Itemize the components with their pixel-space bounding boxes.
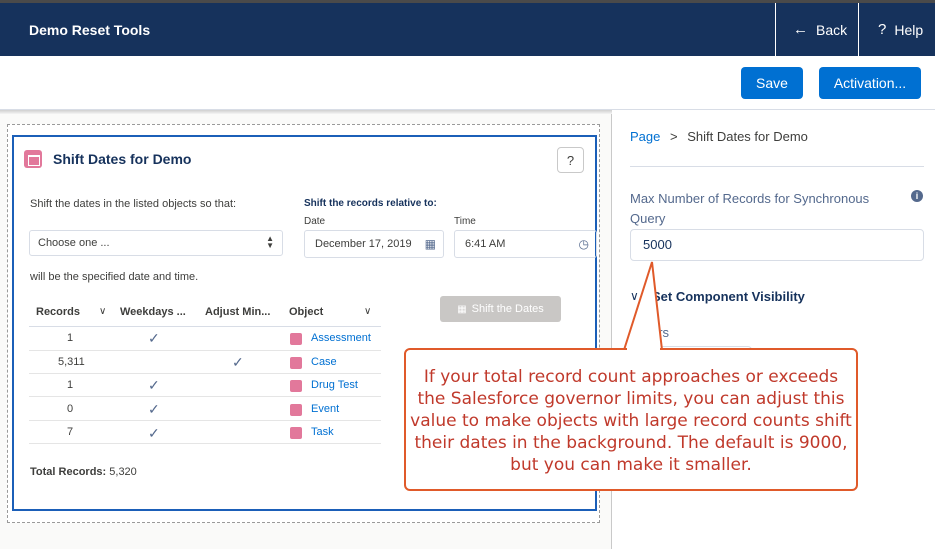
object-link[interactable]: Task	[311, 426, 334, 438]
table-header-divider	[29, 326, 381, 327]
app-header: Demo Reset Tools ← Back ? Help	[0, 0, 935, 56]
total-value: 5,320	[109, 466, 137, 478]
row-divider	[29, 350, 381, 351]
arrow-left-icon: ←	[793, 21, 808, 38]
users-label: ers	[651, 325, 670, 340]
back-button[interactable]: ← Back	[775, 3, 858, 56]
info-icon[interactable]: i	[911, 190, 923, 202]
shift-dates-label: Shift the Dates	[471, 303, 544, 315]
time-input[interactable]: 6:41 AM ◷	[454, 230, 597, 258]
help-label: Help	[894, 21, 924, 38]
builder-toolbar: Save Activation...	[0, 56, 935, 110]
check-icon: ✓	[148, 330, 160, 346]
records-cell: 0	[67, 403, 74, 415]
object-link[interactable]: Drug Test	[311, 379, 358, 391]
date-value: December 17, 2019	[315, 238, 412, 250]
col-weekdays[interactable]: Weekdays ...	[120, 306, 186, 318]
clock-icon[interactable]: ◷	[579, 237, 589, 251]
object-link[interactable]: Case	[311, 356, 337, 368]
total-label: Total Records:	[30, 466, 107, 478]
time-value: 6:41 AM	[465, 238, 506, 250]
object-icon	[290, 380, 302, 392]
row-divider	[29, 373, 381, 374]
visibility-section-title[interactable]: Set Component Visibility	[652, 289, 805, 304]
check-icon: ✓	[148, 425, 160, 441]
check-icon: ✓	[232, 354, 244, 370]
canvas-shadow	[0, 110, 612, 114]
object-icon	[290, 357, 302, 369]
row-divider	[29, 420, 381, 421]
time-label: Time	[454, 216, 476, 227]
records-cell: 5,311	[58, 356, 85, 368]
callout-text: If your total record count approaches or…	[410, 367, 852, 475]
object-link[interactable]: Event	[311, 403, 339, 415]
card-help-button[interactable]: ?	[557, 147, 584, 173]
col-object[interactable]: Object	[289, 306, 323, 318]
breadcrumb-current: Shift Dates for Demo	[687, 129, 808, 144]
object-icon	[290, 404, 302, 416]
chevron-down-icon[interactable]: ∨	[99, 306, 106, 317]
anchor-select[interactable]: Choose one ... ▲ ▼	[29, 230, 283, 256]
chevron-down-icon[interactable]: ∨	[630, 289, 639, 303]
card-title: Shift Dates for Demo	[53, 151, 192, 167]
col-adjust[interactable]: Adjust Min...	[205, 306, 270, 318]
activation-button[interactable]: Activation...	[819, 67, 921, 99]
breadcrumb: Page > Shift Dates for Demo	[630, 129, 808, 144]
max-records-label: Max Number of Records for Synchronous Qu…	[630, 191, 870, 226]
date-label: Date	[304, 216, 326, 227]
help-button[interactable]: ? Help	[858, 3, 935, 56]
app-title: Demo Reset Tools	[29, 22, 151, 38]
object-link[interactable]: Assessment	[311, 332, 371, 344]
relative-label: Shift the records relative to:	[304, 198, 437, 209]
calendar-icon	[24, 150, 42, 168]
back-label: Back	[816, 21, 848, 38]
save-button[interactable]: Save	[741, 67, 803, 99]
breadcrumb-page-link[interactable]: Page	[630, 129, 660, 144]
select-caret-icon: ▲ ▼	[266, 234, 274, 250]
sidebar-divider	[630, 166, 924, 167]
total-records: Total Records: 5,320	[30, 466, 137, 478]
calendar-icon: ▦	[457, 303, 467, 315]
breadcrumb-separator: >	[670, 129, 678, 144]
date-input[interactable]: December 17, 2019 ▦	[304, 230, 444, 258]
chevron-down-icon[interactable]: ∨	[364, 306, 371, 317]
object-icon	[290, 427, 302, 439]
check-icon: ✓	[148, 377, 160, 393]
max-records-input[interactable]: 5000	[630, 229, 924, 261]
records-cell: 1	[67, 379, 74, 391]
records-cell: 1	[67, 332, 74, 344]
anchor-select-value: Choose one ...	[38, 237, 110, 249]
instruction-text: Shift the dates in the listed objects so…	[30, 198, 237, 210]
records-cell: 7	[67, 426, 74, 438]
object-icon	[290, 333, 302, 345]
calendar-icon[interactable]: ▦	[425, 237, 436, 251]
specified-text: will be the specified date and time.	[30, 271, 199, 283]
shift-dates-button[interactable]: ▦ Shift the Dates	[440, 296, 561, 322]
question-icon: ?	[878, 21, 887, 38]
col-records[interactable]: Records	[36, 306, 80, 318]
check-icon: ✓	[148, 401, 160, 417]
row-divider	[29, 396, 381, 397]
row-divider	[29, 443, 381, 444]
